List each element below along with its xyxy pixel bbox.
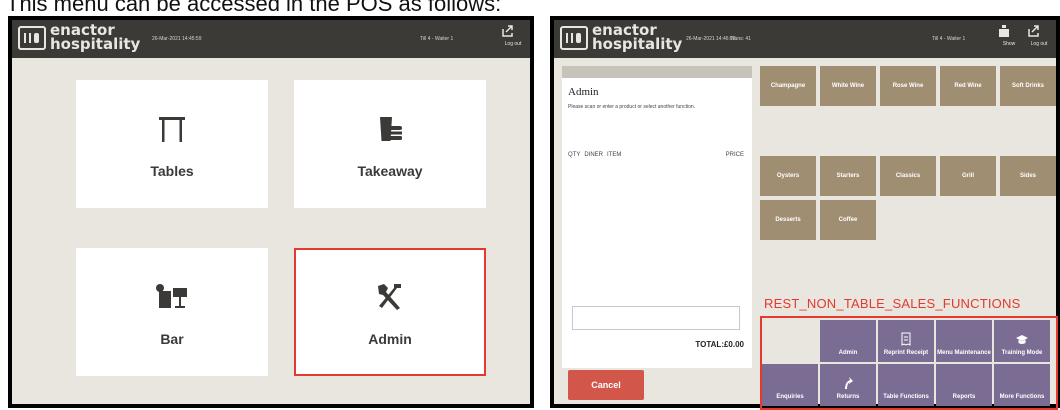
function-button-empty [762, 320, 818, 362]
product-button[interactable]: Desserts [760, 200, 816, 240]
function-label: Enquiries [776, 394, 804, 400]
product-button[interactable]: Red Wine [940, 66, 996, 106]
receipt-icon [901, 332, 911, 346]
till-label: Till 4 - Waiter 1 [420, 36, 454, 42]
function-label: Reprint Receipt [883, 350, 929, 356]
till-label: Till 4 - Waiter 1 [932, 36, 966, 42]
page-caption: This menu can be accessed in the POS as … [6, 0, 502, 16]
panel-title: Admin [568, 86, 599, 98]
col-price: PRICE [725, 152, 744, 158]
column-headers: QTY DINER ITEM PRICE [568, 152, 744, 158]
logo-text: enactor hospitality [50, 21, 141, 53]
col-qty: QTY [568, 152, 581, 158]
transaction-panel: Admin Please scan or enter a product or … [562, 66, 752, 368]
tile-label: Admin [368, 331, 412, 347]
main-area: Tables Takeaway Bar Admin [12, 58, 530, 404]
tile-label: Takeaway [357, 163, 423, 179]
cocktail-icon [155, 277, 189, 317]
product-button[interactable]: Oysters [760, 156, 816, 196]
function-button-admin[interactable]: Admin [820, 320, 876, 362]
trans-label: Trans: 41 [730, 36, 751, 42]
main-area: Admin Please scan or enter a product or … [554, 58, 1058, 410]
function-label: Admin [838, 350, 858, 356]
cancel-button[interactable]: Cancel [568, 370, 644, 400]
takeaway-cup-icon [375, 109, 405, 149]
graduation-cap-icon [1016, 335, 1028, 344]
function-label: Training Mode [1001, 350, 1043, 356]
show-label: Show [1002, 41, 1016, 47]
logout-icon [502, 25, 513, 37]
logo-icon [560, 26, 588, 50]
col-item: ITEM [607, 152, 622, 158]
logout-label: Log out [504, 41, 522, 47]
function-label: Reports [952, 394, 976, 400]
show-button[interactable]: Show [998, 25, 1020, 47]
product-button[interactable]: Champagne [760, 66, 816, 106]
top-bar: enactor hospitality 26-Mar-2021 14:45:59… [12, 20, 530, 58]
col-diner: DINER [584, 152, 604, 158]
panel-message: Please scan or enter a product or select… [568, 104, 696, 110]
product-button[interactable]: Sides [1000, 156, 1056, 196]
logout-button[interactable]: Log out [1028, 25, 1050, 47]
product-button[interactable]: White Wine [820, 66, 876, 106]
product-button[interactable]: Classics [880, 156, 936, 196]
function-button-table-functions[interactable]: Table Functions [878, 364, 934, 406]
pos-admin-screen: enactor hospitality 26-Mar-2021 14:46:02… [550, 16, 1060, 410]
tile-bar[interactable]: Bar [76, 248, 268, 376]
product-button[interactable]: Soft Drinks [1000, 66, 1056, 106]
top-bar: enactor hospitality 26-Mar-2021 14:46:02… [554, 20, 1056, 58]
logout-button[interactable]: Log out [502, 25, 524, 47]
return-arrow-icon [845, 377, 853, 389]
total-label: TOTAL:£0.00 [695, 340, 744, 349]
function-button-more-functions[interactable]: More Functions [994, 364, 1050, 406]
datetime-label: 26-Mar-2021 14:46:02 [686, 36, 736, 42]
scan-input[interactable] [572, 306, 740, 330]
logout-label: Log out [1030, 41, 1048, 47]
function-button-menu-maintenance[interactable]: Menu Maintenance [936, 320, 992, 362]
table-icon [157, 109, 187, 149]
logo-text: enactor hospitality [592, 21, 683, 53]
cash-register-icon [999, 25, 1009, 37]
function-label: More Functions [999, 394, 1045, 400]
pos-home-screen: enactor hospitality 26-Mar-2021 14:45:59… [8, 16, 534, 408]
datetime-label: 26-Mar-2021 14:45:59 [152, 36, 202, 42]
logout-icon [1028, 25, 1039, 37]
function-button-reports[interactable]: Reports [936, 364, 992, 406]
product-button[interactable]: Coffee [820, 200, 876, 240]
function-label: Table Functions [883, 394, 929, 400]
panel-header-bar [562, 66, 752, 78]
product-button[interactable]: Starters [820, 156, 876, 196]
logo-icon [18, 26, 46, 50]
tile-admin[interactable]: Admin [294, 248, 486, 376]
functions-heading: REST_NON_TABLE_SALES_FUNCTIONS [764, 296, 1021, 311]
tile-label: Bar [160, 331, 184, 347]
tools-icon [374, 277, 406, 317]
function-button-training-mode[interactable]: Training Mode [994, 320, 1050, 362]
product-button[interactable]: Grill [940, 156, 996, 196]
product-button[interactable]: Rose Wine [880, 66, 936, 106]
tile-label: Tables [150, 163, 194, 179]
function-label: Menu Maintenance [937, 350, 991, 356]
function-button-reprint-receipt[interactable]: Reprint Receipt [878, 320, 934, 362]
function-button-enquiries[interactable]: Enquiries [762, 364, 818, 406]
function-label: Returns [836, 394, 860, 400]
tile-takeaway[interactable]: Takeaway [294, 80, 486, 208]
function-button-returns[interactable]: Returns [820, 364, 876, 406]
tile-tables[interactable]: Tables [76, 80, 268, 208]
